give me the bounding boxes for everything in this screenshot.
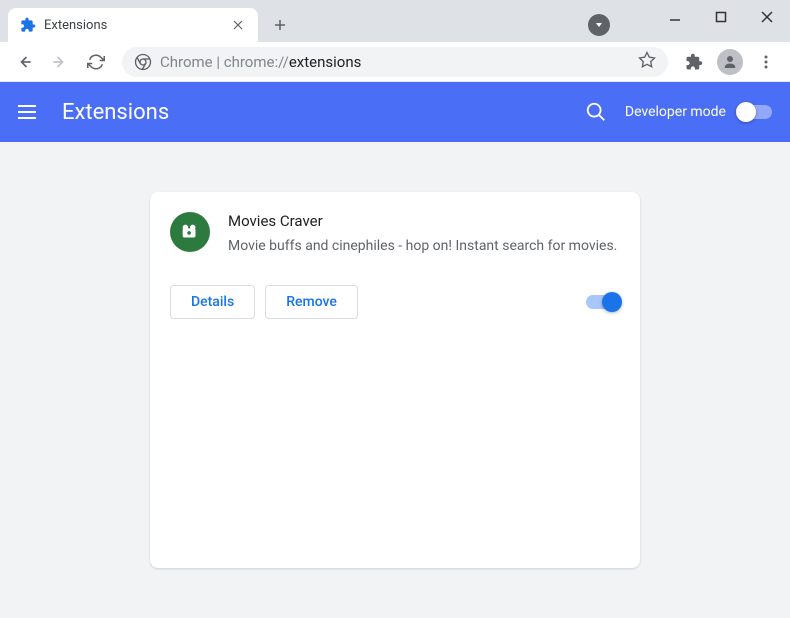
browser-toolbar: Chrome | chrome://extensions <box>0 42 790 82</box>
menu-button[interactable] <box>750 46 782 78</box>
minimize-button[interactable] <box>652 0 698 34</box>
search-button[interactable] <box>585 101 607 123</box>
browser-tab[interactable]: Extensions <box>8 8 258 42</box>
extension-name: Movies Craver <box>228 212 620 230</box>
extensions-button[interactable] <box>678 46 710 78</box>
tab-title: Extensions <box>44 18 222 33</box>
details-button[interactable]: Details <box>170 285 255 319</box>
toggle-knob <box>602 292 622 312</box>
window-controls <box>652 0 790 34</box>
profile-button[interactable] <box>714 46 746 78</box>
remove-button[interactable]: Remove <box>265 285 358 319</box>
bookmark-star-icon[interactable] <box>638 51 656 73</box>
hamburger-menu-button[interactable] <box>18 100 42 124</box>
avatar-icon <box>717 49 743 75</box>
new-tab-button[interactable] <box>266 11 294 39</box>
tab-close-button[interactable] <box>230 17 246 33</box>
close-window-button[interactable] <box>744 0 790 34</box>
back-button[interactable] <box>8 46 40 78</box>
extension-description: Movie buffs and cinephiles - hop on! Ins… <box>228 236 620 257</box>
puzzle-icon <box>20 17 36 33</box>
chrome-icon <box>134 53 152 71</box>
developer-mode-label: Developer mode <box>625 104 726 120</box>
content-area: Movies Craver Movie buffs and cinephiles… <box>0 142 790 618</box>
page-title: Extensions <box>62 100 585 125</box>
page-info-indicator[interactable] <box>588 14 610 36</box>
url-text: Chrome | chrome://extensions <box>160 53 361 71</box>
extension-icon <box>170 212 210 252</box>
developer-mode-toggle[interactable] <box>738 105 772 119</box>
extensions-header: Extensions Developer mode <box>0 82 790 142</box>
address-bar[interactable]: Chrome | chrome://extensions <box>122 47 668 77</box>
extension-enable-toggle[interactable] <box>586 295 620 309</box>
maximize-button[interactable] <box>698 0 744 34</box>
extension-card: Movies Craver Movie buffs and cinephiles… <box>150 192 640 568</box>
forward-button[interactable] <box>44 46 76 78</box>
toggle-knob <box>736 102 756 122</box>
reload-button[interactable] <box>80 46 112 78</box>
